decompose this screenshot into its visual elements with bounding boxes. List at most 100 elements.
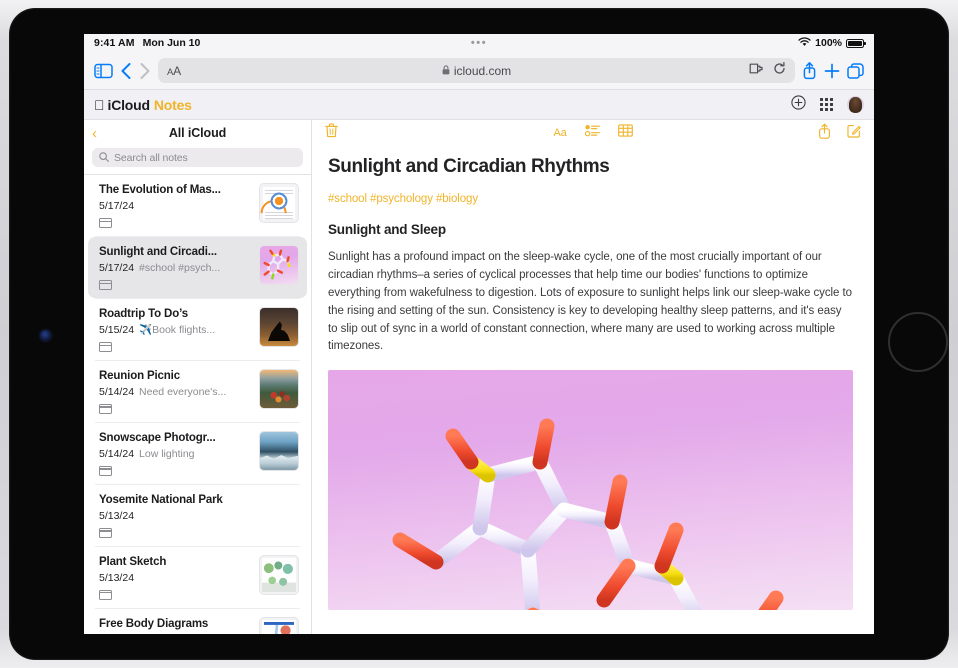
folder-icon xyxy=(99,280,112,290)
apple-logo-icon:  xyxy=(94,98,105,112)
status-date: Mon Jun 10 xyxy=(143,37,201,49)
note-list-item[interactable]: The Evolution of Mas... 5/17/24 xyxy=(88,175,307,236)
note-item-snippet: Need everyone's... xyxy=(139,386,226,399)
folder-icon xyxy=(99,590,112,600)
address-bar-actions xyxy=(749,62,786,80)
reload-icon[interactable] xyxy=(773,62,786,80)
new-tab-button[interactable] xyxy=(824,63,840,79)
note-item-thumbnail xyxy=(259,555,299,595)
thumbnail-art xyxy=(260,246,298,284)
notes-list-header: ‹ All iCloud xyxy=(84,120,311,146)
note-item-snippet: #school #psych... xyxy=(139,262,220,275)
safari-toolbar: AA icloud.com xyxy=(84,52,874,90)
note-item-subtitle: 5/14/24 Low lighting xyxy=(99,448,251,461)
search-input[interactable]: Search all notes xyxy=(92,148,303,167)
formatting-tools: Aa xyxy=(312,124,874,142)
note-item-main: Roadtrip To Do’s 5/15/24 ✈️Book flights... xyxy=(99,307,251,352)
thumbnail-art xyxy=(260,308,298,346)
note-paragraph[interactable]: Sunlight has a profound impact on the sl… xyxy=(328,249,853,357)
sidebar-toggle-icon[interactable] xyxy=(94,63,113,79)
note-item-thumbnail xyxy=(259,617,299,634)
icloud-brand-label: iCloud xyxy=(108,97,150,113)
folders-back-button[interactable]: ‹ xyxy=(92,126,97,141)
note-item-main: Snowscape Photogr... 5/14/24 Low lighting xyxy=(99,431,251,476)
status-bar-right: 100% xyxy=(798,37,864,50)
thumbnail-art xyxy=(262,620,296,634)
note-item-thumbnail xyxy=(259,183,299,223)
thumb-molecule-svg xyxy=(260,246,298,284)
note-item-title: Snowscape Photogr... xyxy=(99,431,251,445)
molecule-illustration[interactable] xyxy=(328,370,853,610)
note-list-item[interactable]: Plant Sketch5/13/24 xyxy=(88,547,307,608)
multitasking-handle[interactable]: ••• xyxy=(471,38,487,49)
molecule-svg xyxy=(328,370,853,610)
note-item-snippet: Low lighting xyxy=(139,448,194,461)
note-item-date: 5/14/24 xyxy=(99,448,134,461)
format-button[interactable]: Aa xyxy=(553,127,566,139)
note-list-item[interactable]: Yosemite National Park5/13/24 xyxy=(88,485,307,546)
note-item-subtitle: 5/13/24 xyxy=(99,572,251,585)
note-item-date: 5/13/24 xyxy=(99,572,134,585)
icloud-app-label: Notes xyxy=(154,97,192,113)
table-icon[interactable] xyxy=(618,124,633,142)
back-button[interactable] xyxy=(120,62,132,80)
note-item-title: Free Body Diagrams xyxy=(99,617,251,631)
front-camera-icon xyxy=(40,330,51,341)
folder-icon xyxy=(99,342,112,352)
note-content[interactable]: Sunlight and Circadian Rhythms #school #… xyxy=(312,146,874,634)
note-item-date: 5/13/24 xyxy=(99,510,134,523)
note-list-item[interactable]: Sunlight and Circadi...5/17/24#school #p… xyxy=(88,237,307,298)
note-item-subtitle: 5/15/24 ✈️Book flights... xyxy=(99,324,251,337)
page-settings-button[interactable]: AA xyxy=(167,64,181,78)
note-item-title: Roadtrip To Do’s xyxy=(99,307,251,321)
lock-icon xyxy=(442,64,450,78)
note-item-subtitle: 5/13/24 xyxy=(99,510,299,523)
note-item-snippet: ✈️Book flights... xyxy=(139,324,215,337)
note-list-item[interactable]: Roadtrip To Do’s 5/15/24 ✈️Book flights... xyxy=(88,299,307,360)
notes-list-title: All iCloud xyxy=(84,126,311,140)
plus-circle-icon[interactable] xyxy=(791,95,806,115)
extensions-icon[interactable] xyxy=(749,62,763,80)
forward-button[interactable] xyxy=(139,62,151,80)
note-item-subtitle: 5/17/24 xyxy=(99,200,251,213)
note-item-date: 5/15/24 xyxy=(99,324,134,337)
note-item-date: 5/17/24 xyxy=(99,262,134,275)
icloud-brand[interactable]:  iCloud Notes xyxy=(94,97,192,113)
note-detail-pane: Aa xyxy=(312,120,874,634)
url-display: icloud.com xyxy=(158,64,795,78)
notes-scroll-area[interactable]: The Evolution of Mas...5/17/24Sunlight a… xyxy=(84,175,311,634)
note-list-item[interactable]: Snowscape Photogr... 5/14/24 Low lighting xyxy=(88,423,307,484)
icloud-app-header:  iCloud Notes xyxy=(84,90,874,120)
notes-split-view: ‹ All iCloud Search all notes xyxy=(84,120,874,634)
icloud-header-actions xyxy=(791,95,864,115)
note-item-title: Reunion Picnic xyxy=(99,369,251,383)
app-grid-icon[interactable] xyxy=(820,98,833,111)
note-item-main: Yosemite National Park5/13/24 xyxy=(99,493,299,538)
note-title[interactable]: Sunlight and Circadian Rhythms xyxy=(328,156,858,179)
note-item-date: 5/17/24 xyxy=(99,200,134,213)
tab-overview-button[interactable] xyxy=(847,63,864,79)
note-toolbar: Aa xyxy=(312,120,874,146)
address-bar[interactable]: AA icloud.com xyxy=(158,58,795,83)
bezel-reflection xyxy=(888,312,948,372)
note-item-main: Reunion Picnic 5/14/24 Need everyone's... xyxy=(99,369,251,414)
checklist-icon[interactable] xyxy=(585,124,600,142)
thumbnail-art xyxy=(263,187,295,219)
note-tags[interactable]: #school #psychology #biology xyxy=(328,193,858,205)
note-item-subtitle: 5/17/24 #school #psych... xyxy=(99,262,251,275)
thumbnail-art xyxy=(262,558,296,592)
battery-full-icon xyxy=(846,39,864,48)
note-heading[interactable]: Sunlight and Sleep xyxy=(328,222,858,237)
note-item-main: Plant Sketch5/13/24 xyxy=(99,555,251,600)
note-list-item[interactable]: Free Body Diagrams5/13/24 xyxy=(88,609,307,634)
user-avatar[interactable] xyxy=(847,96,864,113)
search-container: Search all notes xyxy=(84,146,311,174)
note-item-date: 5/14/24 xyxy=(99,386,134,399)
ios-status-bar: 9:41 AM Mon Jun 10 ••• 100% xyxy=(84,34,874,52)
note-list-item[interactable]: Reunion Picnic 5/14/24 Need everyone's... xyxy=(88,361,307,422)
share-button[interactable] xyxy=(802,61,817,80)
battery-percent: 100% xyxy=(815,37,842,49)
note-item-title: The Evolution of Mas... xyxy=(99,183,251,197)
search-placeholder: Search all notes xyxy=(114,152,188,164)
ipad-screen: 9:41 AM Mon Jun 10 ••• 100% xyxy=(84,34,874,634)
